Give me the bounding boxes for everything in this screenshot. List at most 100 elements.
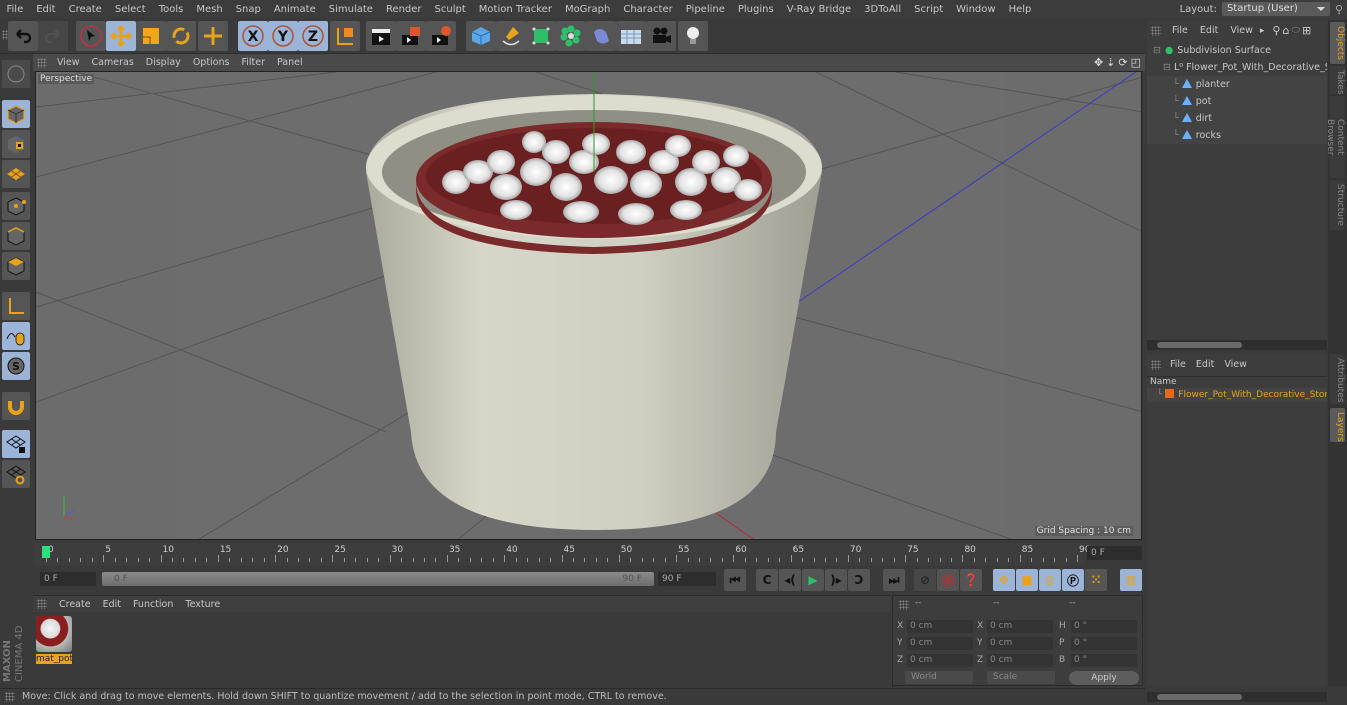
- add-scene-button[interactable]: [616, 21, 646, 51]
- go-to-start-button[interactable]: ⏮: [724, 569, 746, 591]
- object-row[interactable]: ⊟ ● Subdivision Surface: [1147, 42, 1327, 59]
- position-field[interactable]: 0 cm: [907, 620, 973, 633]
- points-mode-button[interactable]: [2, 192, 30, 220]
- menu-character[interactable]: Character: [617, 4, 679, 15]
- scrollbar-thumb[interactable]: [1157, 342, 1242, 348]
- render-to-picture-viewer-button[interactable]: [396, 21, 426, 51]
- timeline-window-button[interactable]: ▥: [1120, 569, 1142, 591]
- live-selection-tool[interactable]: [76, 21, 106, 51]
- menu-help[interactable]: Help: [1002, 4, 1038, 15]
- add-generator-button[interactable]: [526, 21, 556, 51]
- add-mograph-button[interactable]: [556, 21, 586, 51]
- layer-row[interactable]: └ Flower_Pot_With_Decorative_Stones: [1147, 388, 1327, 402]
- object-row[interactable]: └ dirt: [1147, 110, 1327, 127]
- viewport-menu-options[interactable]: Options: [187, 57, 236, 68]
- add-deformer-button[interactable]: [586, 21, 616, 51]
- status-grip[interactable]: [5, 692, 15, 702]
- menu-snap[interactable]: Snap: [229, 4, 267, 15]
- menu-file[interactable]: File: [0, 4, 30, 15]
- scrollbar-thumb[interactable]: [1157, 694, 1242, 700]
- coordinate-space-dropdown[interactable]: World: [905, 671, 973, 684]
- size-field[interactable]: 0 cm: [987, 654, 1053, 667]
- previous-frame-button[interactable]: ◂(: [779, 569, 801, 591]
- size-field[interactable]: 0 cm: [987, 637, 1053, 650]
- object-menu-file[interactable]: File: [1167, 25, 1193, 36]
- keyframe-selection-button[interactable]: ❓: [960, 569, 982, 591]
- record-scale-button[interactable]: ■: [1016, 569, 1038, 591]
- apply-button[interactable]: Apply: [1069, 671, 1139, 685]
- render-settings-button[interactable]: [426, 21, 456, 51]
- scale-tool[interactable]: [136, 21, 166, 51]
- texture-mode-button[interactable]: [2, 130, 30, 158]
- workplane-mode-button[interactable]: [2, 160, 30, 188]
- render-view-button[interactable]: [366, 21, 396, 51]
- menu-create[interactable]: Create: [62, 4, 108, 15]
- recent-tool[interactable]: [198, 21, 228, 51]
- layer-horizontal-scrollbar[interactable]: [1147, 692, 1327, 702]
- toggle-view-icon[interactable]: ◰: [1131, 56, 1141, 69]
- menu-script[interactable]: Script: [908, 4, 950, 15]
- home-icon[interactable]: ⌂: [1282, 24, 1289, 37]
- coords-grip[interactable]: [899, 600, 909, 610]
- menu-3dtoall[interactable]: 3DToAll: [858, 4, 908, 15]
- redo-button[interactable]: [38, 21, 68, 51]
- undo-button[interactable]: [8, 21, 38, 51]
- material-menu-texture[interactable]: Texture: [179, 599, 226, 610]
- rotate-tool[interactable]: [166, 21, 196, 51]
- add-camera-button[interactable]: [646, 21, 676, 51]
- rotation-field[interactable]: 0 °: [1071, 637, 1137, 650]
- add-light-button[interactable]: [678, 21, 708, 51]
- previous-key-button[interactable]: C: [756, 569, 778, 591]
- tab-layers[interactable]: Layers: [1330, 408, 1345, 442]
- viewport-menu-view[interactable]: View: [51, 57, 86, 68]
- menu-v-ray-bridge[interactable]: V-Ray Bridge: [780, 4, 857, 15]
- record-point-level-button[interactable]: ⁙: [1085, 569, 1107, 591]
- add-cube-button[interactable]: [466, 21, 496, 51]
- object-grip[interactable]: [1151, 25, 1161, 36]
- material-menu-edit[interactable]: Edit: [97, 599, 127, 610]
- move-tool[interactable]: [106, 21, 136, 51]
- record-active-button[interactable]: ⊘: [914, 569, 936, 591]
- menu-plugins[interactable]: Plugins: [731, 4, 780, 15]
- material-menu-function[interactable]: Function: [127, 599, 179, 610]
- tab-takes[interactable]: Takes: [1330, 66, 1345, 95]
- record-parameter-button[interactable]: Ⓟ: [1062, 569, 1084, 591]
- tab-content-browser[interactable]: Content Browser: [1325, 96, 1345, 178]
- start-frame-field[interactable]: 0 F: [40, 572, 96, 586]
- workplane-lock-button[interactable]: [2, 430, 30, 458]
- edges-mode-button[interactable]: [2, 222, 30, 250]
- record-position-button[interactable]: ✥: [993, 569, 1015, 591]
- next-key-button[interactable]: Ↄ: [848, 569, 870, 591]
- filter-icon[interactable]: ⬭: [1291, 25, 1300, 36]
- more-arrow-icon[interactable]: ▸: [1260, 26, 1265, 36]
- object-row[interactable]: └ planter: [1147, 76, 1327, 93]
- tab-structure[interactable]: Structure: [1330, 180, 1345, 230]
- layer-menu-view[interactable]: View: [1219, 359, 1252, 370]
- menu-simulate[interactable]: Simulate: [322, 4, 379, 15]
- zoom-icon[interactable]: ⇣: [1106, 56, 1115, 69]
- polygons-mode-button[interactable]: [2, 252, 30, 280]
- go-to-end-button[interactable]: ⏭: [883, 569, 905, 591]
- viewport-menu-display[interactable]: Display: [140, 57, 187, 68]
- z-axis-lock[interactable]: Z: [298, 21, 328, 51]
- rotation-field[interactable]: 0 °: [1071, 654, 1137, 667]
- menu-render[interactable]: Render: [379, 4, 428, 15]
- 3d-viewport[interactable]: Perspective Grid Spacing : 10 cm: [35, 71, 1142, 540]
- make-editable-button[interactable]: [2, 60, 30, 88]
- object-menu-view[interactable]: View: [1225, 25, 1258, 36]
- playhead[interactable]: [42, 546, 50, 558]
- layer-menu-edit[interactable]: Edit: [1191, 359, 1219, 370]
- rotation-field[interactable]: 0 °: [1071, 620, 1137, 633]
- tweak-mode-button[interactable]: [2, 322, 30, 350]
- viewport-menu-filter[interactable]: Filter: [235, 57, 271, 68]
- end-frame-field[interactable]: 90 F: [658, 572, 716, 586]
- snap-button[interactable]: [2, 392, 30, 420]
- search-icon[interactable]: ⚲: [1335, 3, 1343, 16]
- coordinate-system-button[interactable]: [330, 21, 360, 51]
- next-frame-button[interactable]: )▸: [825, 569, 847, 591]
- orbit-icon[interactable]: ⟳: [1118, 56, 1127, 69]
- model-mode-button[interactable]: [2, 100, 30, 128]
- menu-edit[interactable]: Edit: [30, 4, 62, 15]
- add-spline-button[interactable]: [496, 21, 526, 51]
- object-row[interactable]: └ pot: [1147, 93, 1327, 110]
